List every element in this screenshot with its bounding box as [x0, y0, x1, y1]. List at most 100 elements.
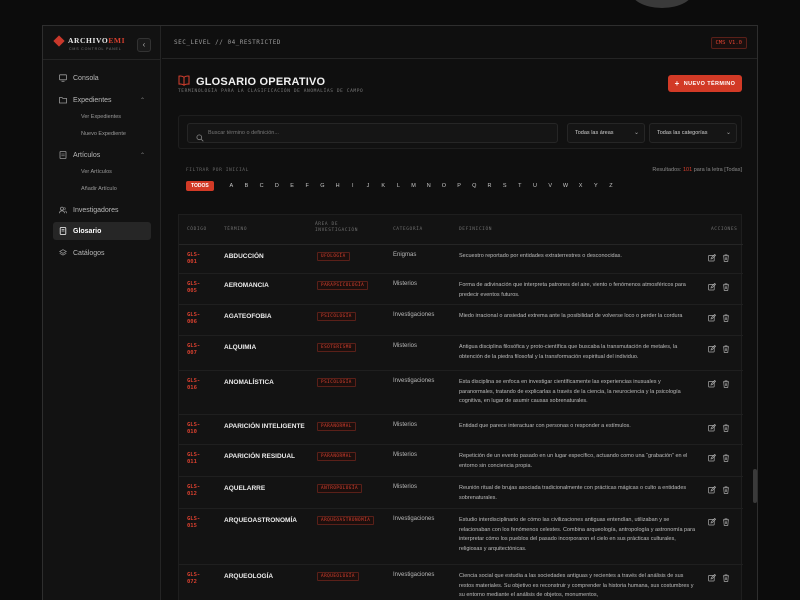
edit-icon[interactable]: [708, 518, 716, 526]
term-category: Enigmas: [393, 252, 417, 258]
sidebar-subitem-nuevo-expediente[interactable]: Nuevo Expediente: [81, 131, 126, 137]
chevron-down-icon: ⌄: [633, 130, 639, 136]
edit-icon[interactable]: [708, 254, 716, 262]
category-select[interactable]: Todas las categorías ⌄: [649, 123, 737, 143]
edit-icon[interactable]: [708, 574, 716, 582]
sidebar-item-label: Consola: [73, 74, 99, 82]
header-code: CÓDIGO: [187, 227, 207, 232]
term-definition: Estudio interdisciplinario de cómo las c…: [459, 517, 696, 552]
sidebar-item-catalogos[interactable]: Catálogos: [53, 245, 151, 261]
row-actions: [708, 424, 730, 432]
letter-filter-e[interactable]: E: [284, 183, 299, 189]
letter-filter-w[interactable]: W: [558, 183, 573, 189]
sidebar-item-articulos[interactable]: Artículos ⌃: [53, 147, 151, 163]
row-actions: [708, 518, 730, 526]
trash-icon[interactable]: [722, 424, 730, 432]
letter-all-button[interactable]: TODOS: [186, 181, 214, 191]
term-definition: Entidad que parece interactuar con perso…: [459, 423, 631, 429]
scrollbar[interactable]: [753, 469, 757, 503]
new-term-label: NUEVO TÉRMINO: [683, 80, 736, 87]
sidebar-item-expedientes[interactable]: Expedientes ⌃: [53, 92, 151, 108]
sidebar-item-label: Glosario: [73, 227, 102, 235]
term-name: ABDUCCIÓN: [224, 253, 264, 260]
term-code: GLS-007: [187, 343, 201, 356]
trash-icon[interactable]: [722, 518, 730, 526]
folder-icon: [59, 96, 67, 104]
letter-filter-l[interactable]: L: [391, 183, 406, 189]
edit-icon[interactable]: [708, 283, 716, 291]
letter-filter-m[interactable]: M: [406, 183, 421, 189]
letter-filter-x[interactable]: X: [573, 183, 588, 189]
edit-icon[interactable]: [708, 314, 716, 322]
new-term-button[interactable]: + NUEVO TÉRMINO: [668, 75, 742, 92]
sidebar-item-consola[interactable]: Consola: [53, 70, 151, 86]
term-definition: Secuestro reportado por entidades extrat…: [459, 253, 622, 259]
table-row: GLS-001 ABDUCCIÓN UFOLOGÍA Enigmas Secuestro…: [179, 245, 743, 274]
letter-filter-q[interactable]: Q: [467, 183, 482, 189]
letter-filter-u[interactable]: U: [527, 183, 542, 189]
sidebar-item-label: Investigadores: [73, 206, 119, 214]
logo-main: ARCHIVO: [68, 36, 109, 45]
letter-filter-y[interactable]: Y: [588, 183, 603, 189]
letter-filter-d[interactable]: D: [269, 183, 284, 189]
sidebar-item-glosario[interactable]: Glosario: [53, 222, 151, 240]
letter-filter-b[interactable]: B: [239, 183, 254, 189]
table-row: GLS-005 AEROMANCIA PARAPSICOLOGÍA Misterios…: [179, 274, 743, 305]
term-definition: Miedo irracional o ansiedad extrema ante…: [459, 313, 683, 319]
trash-icon[interactable]: [722, 574, 730, 582]
letter-filter-n[interactable]: N: [421, 183, 436, 189]
table-row: GLS-006 AGATEOFOBIA PSICOLOGÍA Investigacio…: [179, 305, 743, 336]
letter-filter-c[interactable]: C: [254, 183, 269, 189]
edit-icon[interactable]: [708, 486, 716, 494]
trash-icon[interactable]: [722, 254, 730, 262]
search-input[interactable]: Buscar término o definición...: [187, 123, 558, 143]
term-code: GLS-015: [187, 516, 201, 529]
trash-icon[interactable]: [722, 345, 730, 353]
letter-filter-v[interactable]: V: [543, 183, 558, 189]
trash-icon[interactable]: [722, 454, 730, 462]
chevron-down-icon: ⌄: [725, 130, 731, 136]
area-select[interactable]: Todas las áreas ⌄: [567, 123, 645, 143]
results-prefix: Resultados:: [652, 167, 682, 173]
letter-filter-z[interactable]: Z: [603, 183, 618, 189]
letter-filter-j[interactable]: J: [360, 183, 375, 189]
monitor-icon: [59, 74, 67, 82]
letter-filter-i[interactable]: I: [345, 183, 360, 189]
page-subtitle: TERMINOLOGÍA PARA LA CLASIFICACIÓN DE AN…: [178, 89, 364, 94]
trash-icon[interactable]: [722, 314, 730, 322]
term-code: GLS-016: [187, 378, 201, 391]
area-badge: PSICOLOGÍA: [317, 378, 356, 387]
letter-filter-h[interactable]: H: [330, 183, 345, 189]
trash-icon[interactable]: [722, 486, 730, 494]
sidebar-item-investigadores[interactable]: Investigadores: [53, 202, 151, 218]
area-badge: ARQUEOLOGÍA: [317, 572, 359, 581]
row-actions: [708, 345, 730, 353]
term-definition: Antigua disciplina filosófica y proto-ci…: [459, 344, 678, 360]
letter-filter-f[interactable]: F: [300, 183, 315, 189]
header-actions: ACCIONES: [711, 227, 738, 232]
letter-filter-k[interactable]: K: [376, 183, 391, 189]
sidebar-subitem-anadir-articulo[interactable]: Añadir Artículo: [81, 186, 117, 192]
sidebar-subitem-ver-expedientes[interactable]: Ver Expedientes: [81, 114, 121, 120]
sidebar: ARCHIVOEMI CMS CONTROL PANEL ‹ Consola E…: [43, 26, 161, 600]
term-code: GLS-006: [187, 312, 201, 325]
edit-icon[interactable]: [708, 454, 716, 462]
collapse-sidebar-button[interactable]: ‹: [137, 38, 151, 52]
trash-icon[interactable]: [722, 283, 730, 291]
letter-filter-t[interactable]: T: [512, 183, 527, 189]
edit-icon[interactable]: [708, 345, 716, 353]
letter-filter-s[interactable]: S: [497, 183, 512, 189]
letter-filter-r[interactable]: R: [482, 183, 497, 189]
results-suffix: para la letra [Todas]: [693, 167, 742, 173]
sidebar-subitem-ver-articulos[interactable]: Ver Artículos: [81, 169, 112, 175]
letter-filter-a[interactable]: A: [224, 183, 239, 189]
trash-icon[interactable]: [722, 380, 730, 388]
edit-icon[interactable]: [708, 424, 716, 432]
term-name: ARQUEOLOGÍA: [224, 573, 274, 580]
letter-filter-p[interactable]: P: [452, 183, 467, 189]
letter-filter-g[interactable]: G: [315, 183, 330, 189]
users-icon: [59, 206, 67, 214]
edit-icon[interactable]: [708, 380, 716, 388]
letter-filter-o[interactable]: O: [436, 183, 451, 189]
term-definition: Esta disciplina se enfoca en investigar …: [459, 379, 681, 405]
